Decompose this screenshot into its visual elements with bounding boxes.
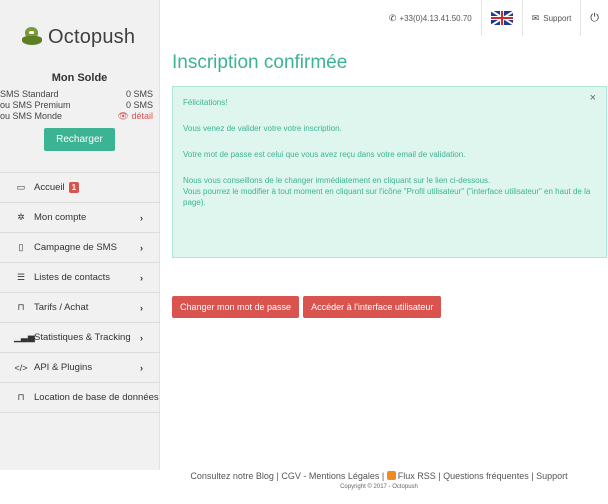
eye-icon: 👁 [117, 111, 129, 121]
balance-row-premium: ou SMS Premium 0 SMS [0, 100, 153, 111]
chevron-right-icon: › [140, 212, 143, 223]
code-icon: </> [14, 362, 28, 373]
phone-number: +33(0)4.13.41.50.70 [399, 13, 472, 23]
recharge-button[interactable]: Recharger [44, 128, 115, 151]
cart-icon: ⊓ [17, 392, 25, 402]
language-switcher[interactable] [480, 0, 522, 36]
balance-value: 0 SMS [125, 100, 153, 110]
balance-label: ou SMS Premium [0, 100, 71, 110]
sidebar-item-listes[interactable]: ☰ Listes de contacts › [0, 263, 160, 293]
sidebar-item-label: Mon compte [34, 212, 87, 223]
logo[interactable]: Octopush [0, 0, 159, 64]
sidebar-item-tarifs[interactable]: ⊓ Tarifs / Achat › [0, 293, 160, 323]
power-icon: ⏻ [590, 11, 599, 24]
notification-badge: 1 [68, 182, 80, 193]
rss-label: Flux RSS [397, 471, 436, 481]
sidebar-menu: ▭ Accueil 1 ✲ Mon compte › ▯ Campagne de… [0, 172, 160, 413]
footer-link-faq[interactable]: Questions fréquentes [443, 471, 529, 481]
list-icon: ☰ [16, 272, 26, 282]
sidebar-item-campagne[interactable]: ▯ Campagne de SMS › [0, 233, 160, 263]
envelope-icon: ✉ [531, 12, 540, 23]
logo-text: Octopush [48, 25, 136, 48]
signal-bars-icon: ▁▃▅ [14, 332, 35, 342]
footer-link-blog[interactable]: Consultez notre Blog [190, 471, 274, 481]
detail-link[interactable]: 👁 détail [118, 111, 153, 122]
phone-icon: ▯ [18, 242, 24, 252]
footer-separator: | [531, 471, 534, 481]
chevron-right-icon: › [140, 302, 143, 313]
balance-panel: Mon Solde SMS Standard 0 SMS ou SMS Prem… [0, 64, 159, 151]
chevron-right-icon: › [140, 272, 143, 283]
sidebar-item-label: Tarifs / Achat [34, 302, 89, 313]
phone-icon: ✆ [388, 12, 397, 23]
sidebar-item-statistiques[interactable]: ▁▃▅ Statistiques & Tracking › [0, 323, 160, 353]
alert-text: Vous pourrez le modifier à tout moment e… [183, 187, 591, 207]
footer-separator: | [276, 471, 279, 481]
phone-contact[interactable]: ✆ +33(0)4.13.41.50.70 [380, 0, 481, 36]
footer-link-cgv[interactable]: CGV - Mentions Légales [281, 471, 379, 481]
close-icon[interactable]: × [590, 93, 596, 104]
chevron-right-icon: › [140, 362, 143, 373]
logout-button[interactable]: ⏻ [580, 0, 608, 36]
sidebar-item-location[interactable]: ⊓ Location de base de données [0, 383, 160, 413]
user-interface-button[interactable]: Accéder à l'interface utilisateur [303, 296, 442, 318]
balance-label: ou SMS Monde [0, 111, 63, 121]
uk-flag-icon [490, 11, 513, 25]
rss-icon [386, 471, 396, 480]
sidebar-item-label: Listes de contacts [34, 272, 111, 283]
support-label: Support [543, 13, 572, 23]
sidebar-item-label: Location de base de données [34, 392, 159, 403]
sidebar: Octopush Mon Solde SMS Standard 0 SMS ou… [0, 0, 160, 470]
alert-text: Vous venez de valider votre votre inscri… [183, 124, 342, 133]
detail-label: détail [131, 111, 153, 121]
balance-row-standard: SMS Standard 0 SMS [0, 89, 153, 100]
support-link[interactable]: ✉ Support [521, 0, 581, 36]
balance-label: SMS Standard [0, 89, 59, 99]
desktop-icon: ▭ [16, 182, 26, 192]
gear-icon: ✲ [17, 212, 25, 222]
balance-title: Mon Solde [51, 72, 108, 84]
footer-link-rss[interactable]: Flux RSS [386, 471, 436, 481]
main-content: Inscription confirmée × Félicitations! V… [172, 52, 608, 318]
footer: Consultez notre Blog | CGV - Mentions Lé… [0, 470, 608, 490]
alert-heading: Félicitations! [183, 98, 228, 107]
sidebar-item-label: API & Plugins [34, 362, 93, 373]
sidebar-item-label: Statistiques & Tracking [34, 332, 131, 343]
sidebar-item-api[interactable]: </> API & Plugins › [0, 353, 160, 383]
success-alert: × Félicitations! Vous venez de valider v… [172, 86, 607, 258]
balance-row-monde: ou SMS Monde 👁 détail [0, 111, 153, 122]
page-title: Inscription confirmée [172, 52, 348, 73]
alert-text: Votre mot de passe est celui que vous av… [183, 150, 466, 159]
chevron-right-icon: › [140, 242, 143, 253]
topbar: ✆ +33(0)4.13.41.50.70 ✉ Support ⏻ [160, 0, 608, 36]
balance-value: 0 SMS [125, 89, 153, 99]
footer-separator: | [438, 471, 441, 481]
sidebar-item-mon-compte[interactable]: ✲ Mon compte › [0, 203, 160, 233]
footer-separator: | [381, 471, 385, 481]
sidebar-item-label: Accueil [34, 182, 65, 193]
cart-icon: ⊓ [17, 302, 25, 312]
alert-text: Nous vous conseillons de le changer immé… [183, 176, 491, 185]
chevron-right-icon: › [140, 332, 143, 343]
copyright: Copyright © 2017 - Octopush [340, 484, 418, 490]
change-password-button[interactable]: Changer mon mot de passe [172, 296, 300, 318]
sidebar-item-label: Campagne de SMS [34, 242, 117, 253]
octopus-logo-icon [22, 27, 42, 47]
sidebar-item-accueil[interactable]: ▭ Accueil 1 [0, 173, 160, 203]
footer-link-support[interactable]: Support [536, 471, 568, 481]
